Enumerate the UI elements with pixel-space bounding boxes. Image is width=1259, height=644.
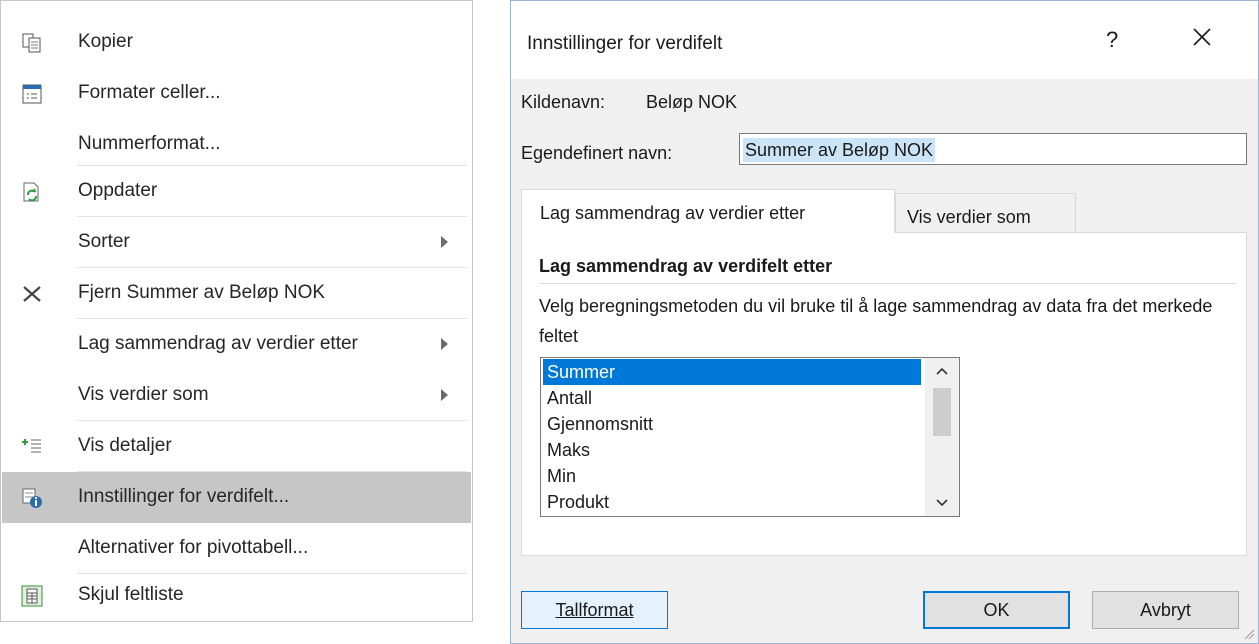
ok-button[interactable]: OK <box>923 591 1070 629</box>
menu-item-copy[interactable]: Kopier <box>2 17 471 68</box>
menu-item-remove-field[interactable]: Fjern Summer av Beløp NOK <box>2 268 471 319</box>
source-name-value: Beløp NOK <box>646 92 738 112</box>
button-label: OK <box>983 600 1010 620</box>
function-listbox[interactable]: Summer Antall Gjennomsnitt Maks Min Prod… <box>540 357 960 517</box>
show-details-icon <box>20 435 44 459</box>
tab-summarize-values-by[interactable]: Lag sammendrag av verdier etter <box>521 189 895 233</box>
menu-item-label: Sorter <box>78 231 130 252</box>
number-format-button[interactable]: Tallformat <box>521 591 668 629</box>
menu-item-label: Vis detaljer <box>78 435 172 456</box>
source-name-label: Kildenavn: <box>521 92 606 112</box>
menu-item-number-format[interactable]: Nummerformat... <box>2 119 471 170</box>
custom-name-label: Egendefinert navn: <box>521 143 673 163</box>
menu-item-refresh[interactable]: Oppdater <box>2 166 471 217</box>
menu-item-sort[interactable]: Sorter <box>2 217 471 268</box>
scroll-up-button[interactable] <box>925 358 959 384</box>
cancel-button[interactable]: Avbryt <box>1092 591 1239 629</box>
help-button[interactable]: ? <box>1106 27 1118 53</box>
menu-item-label: Alternativer for pivottabell... <box>78 537 309 558</box>
menu-item-label: Vis verdier som <box>78 384 209 405</box>
menu-item-show-values-as[interactable]: Vis verdier som <box>2 370 471 421</box>
list-item[interactable]: Summer <box>543 359 921 385</box>
scroll-thumb[interactable] <box>933 388 951 436</box>
menu-item-show-details[interactable]: Vis detaljer <box>2 421 471 472</box>
chevron-down-icon <box>936 499 948 507</box>
menu-item-label: Kopier <box>78 31 133 52</box>
listbox-scrollbar[interactable] <box>925 358 959 516</box>
group-divider <box>539 283 1236 284</box>
submenu-arrow-icon <box>441 338 448 350</box>
context-menu: Kopier Formater celler... Nummerformat..… <box>0 0 473 622</box>
format-cells-icon <box>20 82 44 106</box>
tab-show-values-as[interactable]: Vis verdier som <box>895 193 1076 233</box>
tab-panel: Lag sammendrag av verdifelt etter Velg b… <box>521 232 1247 556</box>
value-field-settings-dialog: Innstillinger for verdifelt ? Kildenavn:… <box>510 0 1259 644</box>
group-title: Lag sammendrag av verdifelt etter <box>539 256 833 276</box>
close-icon <box>1193 28 1211 46</box>
list-item[interactable]: Produkt <box>543 489 921 515</box>
close-button[interactable] <box>1188 23 1216 51</box>
tab-label: Vis verdier som <box>907 207 1031 227</box>
refresh-icon <box>20 180 44 204</box>
menu-item-format-cells[interactable]: Formater celler... <box>2 68 471 119</box>
list-item[interactable]: Gjennomsnitt <box>543 411 921 437</box>
menu-item-label: Formater celler... <box>78 82 221 103</box>
list-item[interactable]: Min <box>543 463 921 489</box>
menu-item-summarize-by[interactable]: Lag sammendrag av verdier etter <box>2 319 471 370</box>
menu-item-hide-field-list[interactable]: Skjul feltliste <box>2 570 471 621</box>
dialog-title: Innstillinger for verdifelt <box>527 33 723 54</box>
field-settings-icon <box>20 486 44 510</box>
remove-icon <box>20 282 44 306</box>
list-item[interactable]: Antall <box>543 385 921 411</box>
submenu-arrow-icon <box>441 389 448 401</box>
chevron-up-icon <box>936 367 948 375</box>
scroll-down-button[interactable] <box>925 490 959 516</box>
menu-item-label: Fjern Summer av Beløp NOK <box>78 282 326 303</box>
field-list-icon <box>20 584 44 608</box>
button-label: Avbryt <box>1140 600 1191 620</box>
copy-icon <box>20 31 44 55</box>
menu-item-value-field-settings[interactable]: Innstillinger for verdifelt... <box>2 472 471 523</box>
list-item[interactable]: Maks <box>543 437 921 463</box>
menu-item-pivot-options[interactable]: Alternativer for pivottabell... <box>2 523 471 574</box>
dialog-title-bar: Innstillinger for verdifelt ? <box>511 1 1258 79</box>
menu-item-label: Innstillinger for verdifelt... <box>78 486 290 507</box>
resize-grip-icon[interactable] <box>1243 628 1255 640</box>
submenu-arrow-icon <box>441 236 448 248</box>
menu-item-label: Nummerformat... <box>78 133 221 154</box>
custom-name-input[interactable]: Summer av Beløp NOK <box>739 133 1247 165</box>
button-label: Tallformat <box>555 600 634 620</box>
menu-item-label: Lag sammendrag av verdier etter <box>78 333 358 354</box>
description-text: Velg beregningsmetoden du vil bruke til … <box>539 296 1213 346</box>
menu-item-label: Oppdater <box>78 180 158 201</box>
tab-label: Lag sammendrag av verdier etter <box>540 203 806 223</box>
menu-item-label: Skjul feltliste <box>78 584 184 605</box>
custom-name-value: Summer av Beløp NOK <box>743 138 936 162</box>
